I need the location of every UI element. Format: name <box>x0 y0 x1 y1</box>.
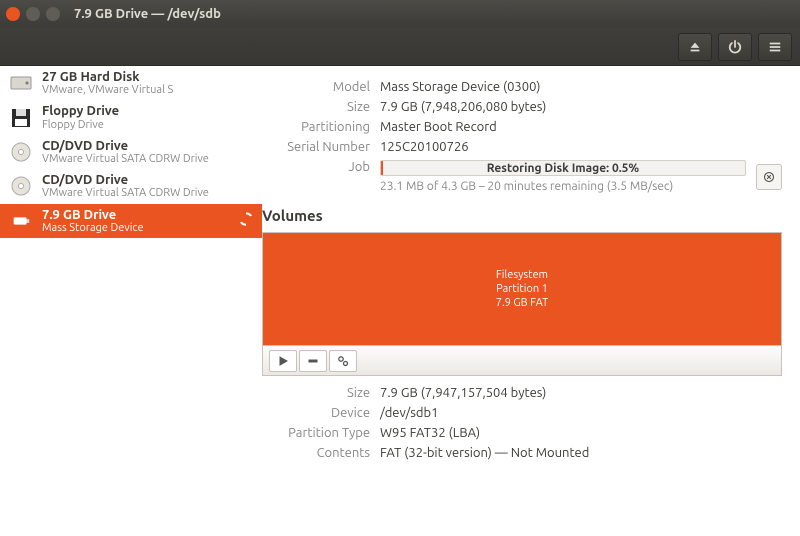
busy-icon <box>238 211 254 231</box>
sidebar-item-hdd[interactable]: 27 GB Hard DiskVMware, VMware Virtual S <box>0 66 262 100</box>
partition-name: Partition 1 <box>496 282 548 296</box>
job-detail: 23.1 MB of 4.3 GB – 20 minutes remaining… <box>380 180 746 193</box>
drive-title: CD/DVD Drive <box>42 139 254 153</box>
window-close-button[interactable] <box>6 7 20 21</box>
power-button[interactable] <box>718 33 752 61</box>
sidebar-item-cd-2[interactable]: CD/DVD DriveVMware Virtual SATA CDRW Dri… <box>0 169 262 203</box>
value-serial: 125C20100726 <box>380 140 782 154</box>
job-progressbar: Restoring Disk Image: 0.5% <box>380 160 746 176</box>
label-model: Model <box>262 80 380 94</box>
partition-options-button[interactable] <box>329 350 357 372</box>
window-minimize-button[interactable] <box>26 7 40 21</box>
label-job: Job <box>262 160 380 174</box>
sidebar-item-floppy[interactable]: Floppy DriveFloppy Drive <box>0 100 262 134</box>
play-icon <box>277 355 289 367</box>
label-vol-size: Size <box>262 386 380 400</box>
floppy-icon <box>8 105 34 131</box>
window-maximize-button[interactable] <box>46 7 60 21</box>
drive-subtitle: VMware Virtual SATA CDRW Drive <box>42 153 254 165</box>
window-title: 7.9 GB Drive — /dev/sdb <box>74 7 221 21</box>
cancel-icon <box>763 171 775 183</box>
minus-icon <box>307 355 319 367</box>
delete-partition-button[interactable] <box>299 350 327 372</box>
label-partitioning: Partitioning <box>262 120 380 134</box>
mount-button[interactable] <box>269 350 297 372</box>
toolbar <box>0 28 800 66</box>
titlebar: 7.9 GB Drive — /dev/sdb <box>0 0 800 28</box>
eject-button[interactable] <box>678 33 712 61</box>
gears-icon <box>337 355 349 367</box>
main-panel: ModelMass Storage Device (0300) Size7.9 … <box>262 66 800 536</box>
partition-map[interactable]: Filesystem Partition 1 7.9 GB FAT <box>262 232 782 346</box>
usb-icon <box>8 208 34 234</box>
label-contents: Contents <box>262 446 380 460</box>
drive-subtitle: Mass Storage Device <box>42 222 254 234</box>
value-device: /dev/sdb1 <box>380 406 782 420</box>
partition-size: 7.9 GB FAT <box>496 296 548 310</box>
drive-list: 27 GB Hard DiskVMware, VMware Virtual S … <box>0 66 262 536</box>
drive-title: 7.9 GB Drive <box>42 208 254 222</box>
drive-title: 27 GB Hard Disk <box>42 70 254 84</box>
value-model: Mass Storage Device (0300) <box>380 80 782 94</box>
drive-title: Floppy Drive <box>42 104 254 118</box>
volume-toolbar <box>262 346 782 376</box>
label-size: Size <box>262 100 380 114</box>
label-ptype: Partition Type <box>262 426 380 440</box>
drive-title: CD/DVD Drive <box>42 173 254 187</box>
value-contents: FAT (32-bit version) — Not Mounted <box>380 446 782 460</box>
volumes-heading: Volumes <box>262 207 782 224</box>
value-partitioning: Master Boot Record <box>380 120 782 134</box>
cancel-job-button[interactable] <box>756 164 782 190</box>
hdd-icon <box>8 70 34 96</box>
value-ptype: W95 FAT32 (LBA) <box>380 426 782 440</box>
menu-button[interactable] <box>758 33 792 61</box>
job-progress-text: Restoring Disk Image: 0.5% <box>487 162 639 175</box>
cd-icon <box>8 173 34 199</box>
cd-icon <box>8 139 34 165</box>
label-device: Device <box>262 406 380 420</box>
drive-subtitle: VMware Virtual SATA CDRW Drive <box>42 187 254 199</box>
value-vol-size: 7.9 GB (7,947,157,504 bytes) <box>380 386 782 400</box>
drive-subtitle: Floppy Drive <box>42 119 254 131</box>
label-serial: Serial Number <box>262 140 380 154</box>
partition-fs: Filesystem <box>496 268 548 282</box>
eject-icon <box>688 40 702 54</box>
sidebar-item-usb[interactable]: 7.9 GB DriveMass Storage Device <box>0 204 262 238</box>
power-icon <box>728 40 742 54</box>
sidebar-item-cd-1[interactable]: CD/DVD DriveVMware Virtual SATA CDRW Dri… <box>0 135 262 169</box>
value-size: 7.9 GB (7,948,206,080 bytes) <box>380 100 782 114</box>
drive-subtitle: VMware, VMware Virtual S <box>42 84 254 96</box>
hamburger-icon <box>768 40 782 54</box>
